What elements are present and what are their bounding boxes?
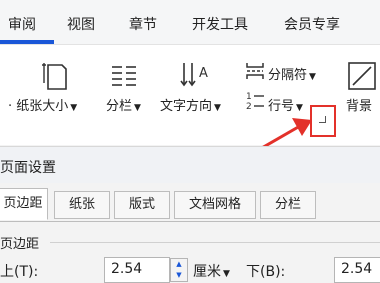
tab-document-grid[interactable]: 文档网格 [174,191,256,219]
top-margin-label: 上(T): [0,264,39,280]
background-icon [348,62,376,90]
page-setup-launcher-button[interactable] [310,105,336,137]
text-direction-label: 文字方向 [160,99,213,114]
section-divider [50,242,380,243]
dialog-title: 页面设置 [0,160,56,176]
tab-paper[interactable]: 纸张 [54,191,110,219]
menu-review[interactable]: 审阅 [8,14,36,34]
dialog-launcher-icon [319,116,326,123]
menu-developer-tools[interactable]: 开发工具 [192,14,248,34]
ribbon-dropdown-dot: · [8,99,13,114]
menu-member[interactable]: 会员专享 [284,14,340,34]
svg-text:1: 1 [246,92,252,102]
tab-divider [0,221,380,222]
menu-view[interactable]: 视图 [67,14,95,34]
columns-icon [112,66,136,86]
columns-label: 分栏 [106,99,133,114]
dialog-tabs: 页边距 纸张 版式 文档网格 分栏 [0,186,380,222]
chevron-down-icon: ▼ [214,103,221,113]
unit-label: 厘米 [193,264,221,280]
bottom-margin-input[interactable]: 2.54 [334,257,380,283]
bottom-margin-label: 下(B): [246,264,286,280]
chevron-down-icon: ▼ [70,103,78,113]
dialog-title-bar: 页面设置 [0,146,380,183]
separator-label: 分隔符 [268,68,308,83]
paper-size-icon [42,63,67,90]
chevron-down-icon: ▼ [309,72,316,82]
text-direction-icon: A [180,63,208,87]
tab-layout[interactable]: 版式 [114,191,170,219]
chevron-down-icon: ▼ [223,269,230,279]
spin-up-icon[interactable]: ▲ [171,259,187,270]
top-margin-input[interactable]: 2.54 [104,257,170,283]
section-title-margins: 页边距 [0,237,40,252]
background-label: 背景 [346,99,373,114]
text-direction-letter: A [199,66,208,81]
separator-icon [246,63,264,79]
active-menu-indicator [0,40,54,44]
chevron-down-icon: ▼ [134,103,141,113]
spin-down-icon[interactable]: ▼ [171,270,187,281]
top-margin-spinner[interactable]: ▲ ▼ [170,258,188,282]
paper-size-label: 纸张大小 [16,99,69,114]
menu-bar: 审阅 视图 章节 开发工具 会员专享 [0,0,380,45]
menu-chapter[interactable]: 章节 [129,14,157,34]
tab-margins[interactable]: 页边距 [0,188,48,220]
tab-columns[interactable]: 分栏 [260,191,316,219]
unit-selector[interactable]: 厘米 ▼ [193,261,230,281]
